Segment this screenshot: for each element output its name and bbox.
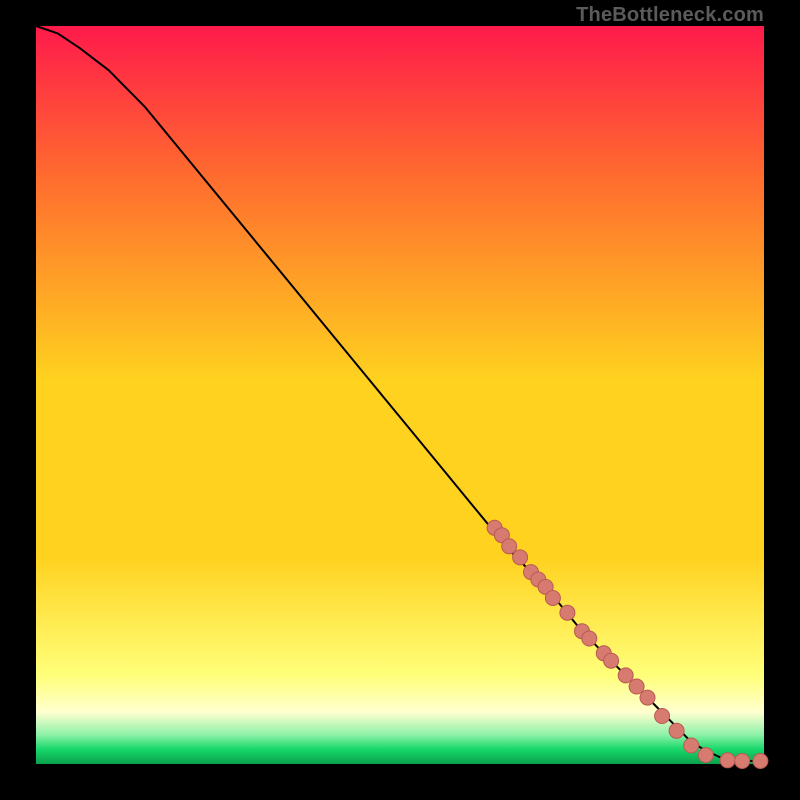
marker-point [560, 605, 575, 620]
marker-point [655, 709, 670, 724]
marker-point [735, 754, 750, 769]
marker-point [720, 753, 735, 768]
chart-canvas [0, 0, 800, 800]
chart-frame: { "watermark": "TheBottleneck.com", "col… [0, 0, 800, 800]
marker-point [513, 550, 528, 565]
plot-background [36, 26, 764, 764]
marker-point [502, 539, 517, 554]
marker-point [629, 679, 644, 694]
marker-point [604, 653, 619, 668]
marker-point [582, 631, 597, 646]
marker-point [753, 754, 768, 769]
marker-point [545, 591, 560, 606]
marker-point [684, 738, 699, 753]
marker-point [698, 748, 713, 763]
marker-point [640, 690, 655, 705]
marker-point [669, 723, 684, 738]
marker-point [618, 668, 633, 683]
